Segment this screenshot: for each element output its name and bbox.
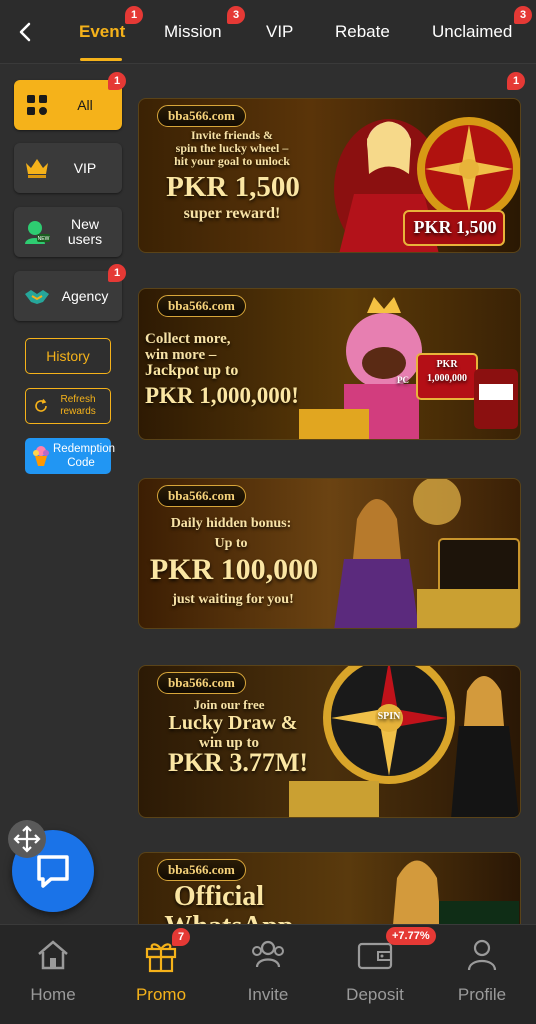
- brand-logo: bba566.com: [157, 485, 246, 507]
- tab-mission-badge: 3: [227, 6, 245, 24]
- history-button[interactable]: History: [25, 338, 111, 374]
- sidebar-item-agency[interactable]: Agency: [14, 271, 122, 321]
- nav-deposit[interactable]: Deposit: [330, 935, 420, 1005]
- back-button[interactable]: [12, 18, 40, 46]
- promo-banner-jackpot[interactable]: bba566.com Collect more, win more – Jack…: [138, 288, 521, 440]
- top-tab-bar: Event 1 Mission 3 VIP Rebate Unclaimed 3: [0, 0, 536, 64]
- tab-label: Unclaimed: [432, 22, 513, 41]
- sidebar-item-all[interactable]: All: [14, 80, 122, 130]
- redemption-code-label: Redemption Code: [53, 443, 116, 469]
- banner-line: Jackpot up to: [145, 362, 239, 379]
- tab-unclaimed[interactable]: Unclaimed: [432, 18, 512, 46]
- promotions-page: Event 1 Mission 3 VIP Rebate Unclaimed 3…: [0, 0, 536, 1024]
- promo-banner-lucky-draw[interactable]: bba566.com Join our free Lucky Draw & wi…: [138, 665, 521, 818]
- refresh-label: Refresh rewards: [60, 394, 96, 417]
- banner-line: win more –: [145, 347, 217, 363]
- banner-line: Official: [173, 881, 265, 912]
- home-icon: [8, 935, 98, 975]
- nav-promo[interactable]: Promo: [116, 935, 206, 1005]
- tab-label: Event: [79, 22, 126, 41]
- nav-home[interactable]: Home: [8, 935, 98, 1005]
- banner-tag: PKR 1,500: [413, 217, 497, 237]
- tab-label: Mission: [164, 22, 222, 41]
- banner-amount: PKR 1,500: [166, 171, 300, 203]
- tab-unclaimed-badge: 3: [514, 6, 532, 24]
- history-label: History: [46, 348, 90, 364]
- tab-rebate[interactable]: Rebate: [335, 18, 390, 46]
- banner-amount: PKR 1,000,000!: [145, 383, 299, 408]
- promo-banner-whatsapp[interactable]: bba566.com Official WhatsApp: [138, 852, 521, 924]
- gift-bouquet-icon: [33, 446, 49, 466]
- brand-logo: bba566.com: [157, 859, 246, 881]
- wheel-spin-label: SPIN: [377, 711, 401, 722]
- gift-icon: [116, 935, 206, 975]
- sidebar-item-new-users[interactable]: NEW New users: [14, 207, 122, 257]
- svg-text:NEW: NEW: [38, 236, 50, 242]
- invite-icon: [223, 935, 313, 975]
- tab-event[interactable]: Event: [79, 18, 125, 46]
- tab-label: VIP: [266, 22, 294, 41]
- banner-text: Collect more, win more – Jackpot up to: [145, 331, 265, 379]
- sidebar-all-badge: 1: [108, 72, 126, 90]
- nav-profile[interactable]: Profile: [437, 935, 527, 1005]
- refresh-rewards-button[interactable]: Refresh rewards: [25, 388, 111, 424]
- chevron-left-icon: [19, 22, 31, 42]
- redemption-code-button[interactable]: Redemption Code: [25, 438, 116, 474]
- sidebar-agency-badge: 1: [108, 264, 126, 282]
- sidebar-item-label: VIP: [73, 159, 97, 176]
- nav-label: Promo: [135, 985, 187, 1004]
- nav-label: Profile: [457, 985, 507, 1004]
- sidebar-item-vip[interactable]: VIP: [14, 143, 122, 193]
- promo-banner-invite-friends[interactable]: bba566.com Invite friends & spin the luc…: [138, 98, 521, 253]
- new-user-icon: NEW: [20, 215, 54, 249]
- nav-deposit-badge: +7.77%: [386, 927, 436, 945]
- tab-event-badge: 1: [125, 6, 143, 24]
- tab-mission[interactable]: Mission: [164, 18, 222, 46]
- nav-promo-badge: 7: [172, 928, 190, 946]
- banner-text: Invite friends & spin the lucky wheel – …: [147, 129, 317, 168]
- banner-line: Up to: [214, 536, 248, 551]
- nav-invite[interactable]: Invite: [223, 935, 313, 1005]
- banner-tag-top: PKR: [436, 359, 458, 370]
- chat-bubble-icon: [37, 855, 69, 888]
- nav-label: Deposit: [346, 985, 404, 1004]
- banner-line: just waiting for you!: [172, 592, 294, 607]
- banner-line: Lucky Draw &: [168, 712, 298, 734]
- sidebar-item-label: New users: [67, 216, 103, 247]
- banner-chip: PC: [397, 375, 409, 385]
- banner-amount: PKR 3.77M!: [167, 748, 309, 777]
- banner-amount: PKR 100,000: [149, 553, 319, 586]
- brand-logo: bba566.com: [157, 295, 246, 317]
- banner-subline: super reward!: [183, 205, 281, 222]
- drag-handle[interactable]: [8, 820, 46, 858]
- profile-icon: [437, 935, 527, 975]
- sidebar-item-label: Agency: [61, 287, 109, 304]
- banner-line: WhatsApp: [149, 911, 309, 924]
- nav-label: Invite: [247, 985, 289, 1004]
- handshake-icon: [20, 279, 54, 313]
- brand-logo: bba566.com: [157, 672, 246, 694]
- banner-line: Daily hidden bonus:: [170, 516, 292, 531]
- active-tab-indicator: [80, 58, 122, 61]
- banner-badge: 1: [507, 72, 525, 90]
- nav-label: Home: [30, 985, 76, 1004]
- bottom-navigation: Home Promo 7 Invite Deposit +7.77% Profi…: [0, 924, 536, 1024]
- tab-vip[interactable]: VIP: [266, 18, 293, 46]
- banner-line: Collect more,: [145, 331, 231, 347]
- tab-label: Rebate: [335, 22, 390, 41]
- brand-logo: bba566.com: [157, 105, 246, 127]
- sidebar-item-label: All: [77, 96, 93, 113]
- promo-banner-daily-bonus[interactable]: bba566.com Daily hidden bonus: Up to PKR…: [138, 478, 521, 629]
- move-arrows-icon: [13, 825, 41, 853]
- banner-tag: 1,000,000: [427, 373, 467, 384]
- banner-line: hit your goal to unlock: [174, 154, 290, 168]
- refresh-icon: [35, 399, 47, 412]
- crown-icon: [20, 151, 54, 185]
- grid-icon: [20, 88, 54, 122]
